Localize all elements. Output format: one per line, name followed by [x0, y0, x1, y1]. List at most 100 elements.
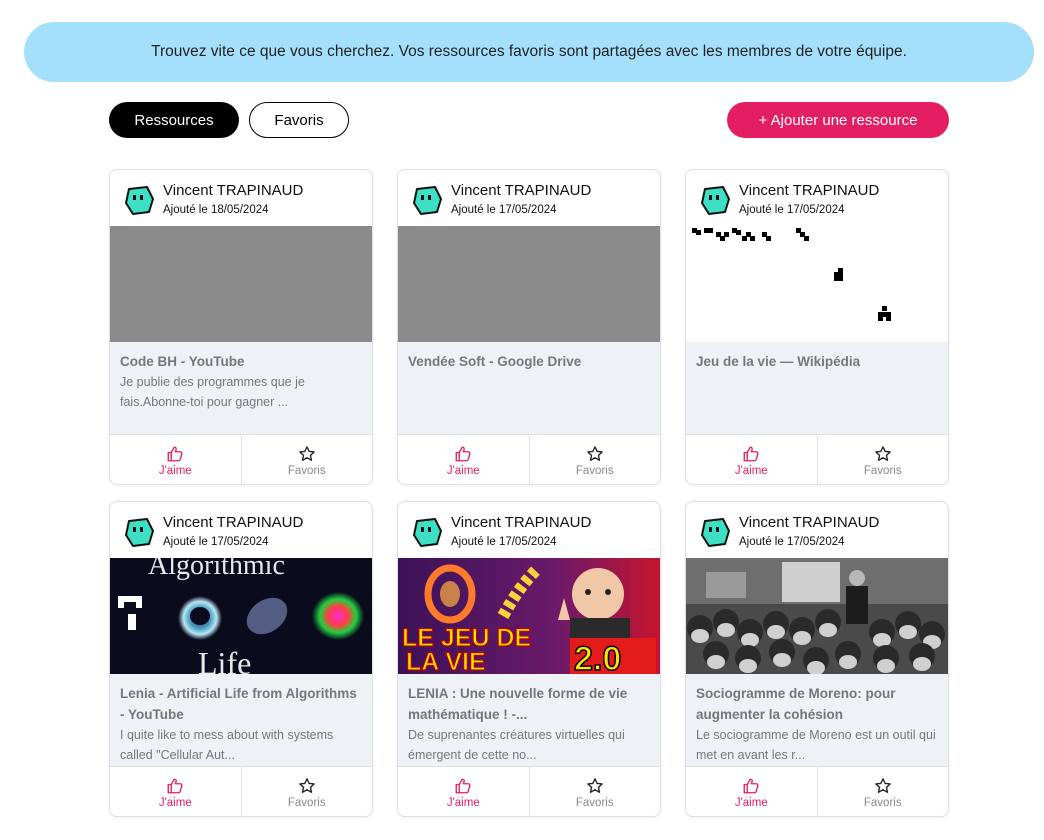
like-button[interactable]: J'aime	[110, 767, 241, 816]
resource-card[interactable]: Vincent TRAPINAUD Ajouté le 17/05/2024 Ven…	[397, 169, 661, 485]
like-label: J'aime	[734, 464, 768, 477]
avatar	[410, 515, 444, 549]
thumbs-up-icon	[742, 445, 760, 463]
card-thumbnail[interactable]	[686, 558, 948, 674]
card-thumbnail[interactable]	[686, 226, 948, 342]
card-date: Ajouté le 18/05/2024	[163, 204, 269, 216]
card-author: Vincent TRAPINAUD	[739, 514, 880, 531]
info-banner-text: Trouvez vite ce que vous cherchez. Vos r…	[151, 43, 907, 60]
resource-card[interactable]: Vincent TRAPINAUD Ajouté le 17/05/2024 LE …	[397, 501, 661, 817]
jeu-thumb-version: 2.0	[574, 640, 621, 674]
favorite-label: Favoris	[575, 796, 614, 809]
card-header: Vincent TRAPINAUD Ajouté le 17/05/2024	[398, 170, 660, 226]
star-icon	[586, 777, 604, 795]
card-title[interactable]: Code BH - YouTube	[120, 351, 362, 372]
avatar	[698, 515, 732, 549]
resource-card[interactable]: Vincent TRAPINAUD Ajouté le 17/05/2024 Alg…	[109, 501, 373, 817]
thumbs-up-icon	[742, 777, 760, 795]
card-date: Ajouté le 17/05/2024	[163, 536, 269, 548]
like-label: J'aime	[734, 796, 768, 809]
toolbar: Ressources Favoris + Ajouter une ressour…	[109, 102, 949, 138]
thumbs-up-icon	[166, 777, 184, 795]
thumbs-up-icon	[454, 445, 472, 463]
like-button[interactable]: J'aime	[686, 767, 817, 816]
card-info[interactable]: Vendée Soft - Google Drive	[398, 342, 660, 434]
card-title[interactable]: Lenia - Artificial Life from Algorithms …	[120, 683, 362, 725]
favorite-button[interactable]: Favoris	[240, 435, 373, 484]
favorite-label: Favoris	[863, 464, 902, 477]
card-actions: J'aime Favoris	[686, 434, 949, 484]
favorite-button[interactable]: Favoris	[816, 767, 949, 816]
add-resource-button[interactable]: + Ajouter une ressource	[727, 102, 949, 138]
like-button[interactable]: J'aime	[398, 435, 529, 484]
card-description: Le sociogramme de Moreno est un outil qu…	[696, 728, 936, 762]
favorite-label: Favoris	[287, 796, 326, 809]
card-thumbnail[interactable]	[110, 226, 372, 342]
avatar	[698, 183, 732, 217]
avatar	[122, 515, 156, 549]
favorite-label: Favoris	[863, 796, 902, 809]
card-actions: J'aime Favoris	[398, 434, 661, 484]
card-header: Vincent TRAPINAUD Ajouté le 17/05/2024	[686, 502, 948, 558]
card-header: Vincent TRAPINAUD Ajouté le 17/05/2024	[110, 502, 372, 558]
like-button[interactable]: J'aime	[110, 435, 241, 484]
favorite-button[interactable]: Favoris	[816, 435, 949, 484]
like-button[interactable]: J'aime	[398, 767, 529, 816]
card-thumbnail[interactable]: LE JEU DE LA VIE 2.0	[398, 558, 660, 674]
card-header: Vincent TRAPINAUD Ajouté le 18/05/2024	[110, 170, 372, 226]
lenia-thumb-subtitle: Life	[198, 645, 251, 674]
card-title[interactable]: Jeu de la vie — Wikipédia	[696, 351, 938, 372]
card-author: Vincent TRAPINAUD	[739, 182, 880, 199]
thumbs-up-icon	[454, 777, 472, 795]
favorite-button[interactable]: Favoris	[528, 767, 661, 816]
card-title[interactable]: Vendée Soft - Google Drive	[408, 351, 650, 372]
card-thumbnail[interactable]	[398, 226, 660, 342]
favorite-button[interactable]: Favoris	[240, 767, 373, 816]
card-author: Vincent TRAPINAUD	[163, 514, 304, 531]
card-actions: J'aime Favoris	[110, 434, 373, 484]
star-icon	[874, 777, 892, 795]
card-header: Vincent TRAPINAUD Ajouté le 17/05/2024	[398, 502, 660, 558]
card-description: Je publie des programmes que je fais.Abo…	[120, 375, 305, 409]
favorite-button[interactable]: Favoris	[528, 435, 661, 484]
jeu-thumb-line2: LA VIE	[406, 648, 486, 674]
like-label: J'aime	[158, 464, 192, 477]
card-info[interactable]: Code BH - YouTube Je publie des programme…	[110, 342, 372, 434]
resource-card[interactable]: Vincent TRAPINAUD Ajouté le 17/05/2024 Soc…	[685, 501, 949, 817]
card-info[interactable]: LENIA : Une nouvelle forme de vie mathém…	[398, 674, 660, 766]
star-icon	[298, 445, 316, 463]
lenia-thumb-title: Algorithmic	[148, 558, 285, 581]
card-actions: J'aime Favoris	[686, 766, 949, 816]
card-info[interactable]: Lenia - Artificial Life from Algorithms …	[110, 674, 372, 766]
card-date: Ajouté le 17/05/2024	[451, 204, 557, 216]
avatar	[410, 183, 444, 217]
card-author: Vincent TRAPINAUD	[451, 514, 592, 531]
thumbs-up-icon	[166, 445, 184, 463]
resource-card[interactable]: Vincent TRAPINAUD Ajouté le 18/05/2024 Cod…	[109, 169, 373, 485]
card-author: Vincent TRAPINAUD	[451, 182, 592, 199]
favorite-label: Favoris	[287, 464, 326, 477]
tab-favorites[interactable]: Favoris	[249, 102, 349, 138]
avatar	[122, 183, 156, 217]
like-label: J'aime	[158, 796, 192, 809]
card-description: I quite like to mess about with systems …	[120, 728, 334, 762]
card-date: Ajouté le 17/05/2024	[739, 204, 845, 216]
card-actions: J'aime Favoris	[398, 766, 661, 816]
tab-resources[interactable]: Ressources	[109, 102, 239, 138]
card-title[interactable]: Sociogramme de Moreno: pour augmenter la…	[696, 683, 938, 725]
resource-card[interactable]: Vincent TRAPINAUD Ajouté le 17/05/2024 Jeu…	[685, 169, 949, 485]
card-info[interactable]: Jeu de la vie — Wikipédia	[686, 342, 948, 434]
like-button[interactable]: J'aime	[686, 435, 817, 484]
favorite-label: Favoris	[575, 464, 614, 477]
card-thumbnail[interactable]: Algorithmic Life	[110, 558, 372, 674]
card-date: Ajouté le 17/05/2024	[739, 536, 845, 548]
like-label: J'aime	[446, 796, 480, 809]
card-header: Vincent TRAPINAUD Ajouté le 17/05/2024	[686, 170, 948, 226]
card-info[interactable]: Sociogramme de Moreno: pour augmenter la…	[686, 674, 948, 766]
card-actions: J'aime Favoris	[110, 766, 373, 816]
star-icon	[298, 777, 316, 795]
info-banner: Trouvez vite ce que vous cherchez. Vos r…	[24, 22, 1034, 82]
like-label: J'aime	[446, 464, 480, 477]
card-description: De suprenantes créatures virtuelles qui …	[408, 728, 625, 762]
card-title[interactable]: LENIA : Une nouvelle forme de vie mathém…	[408, 683, 650, 725]
